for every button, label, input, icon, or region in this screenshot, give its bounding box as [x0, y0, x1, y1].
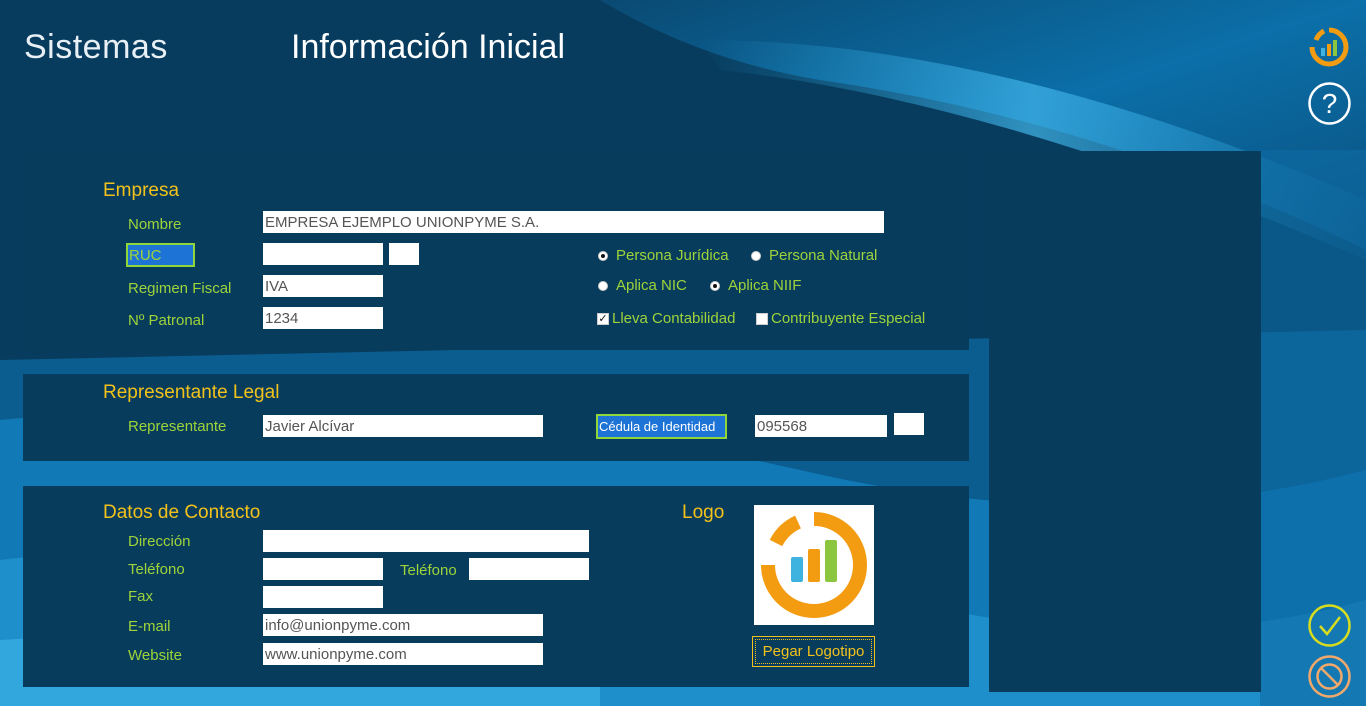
- cedula-label: Cédula de Identidad: [596, 414, 727, 439]
- cedula-check-digit-input[interactable]: [894, 413, 924, 435]
- aplica-nic-radio[interactable]: Aplica NIC: [598, 277, 687, 294]
- radio-unselected-icon: [751, 250, 761, 261]
- regimen-fiscal-label: Regimen Fiscal: [128, 280, 232, 297]
- email-input[interactable]: [263, 614, 543, 636]
- nombre-input[interactable]: [263, 211, 884, 233]
- company-logo-image: [754, 505, 874, 625]
- help-icon[interactable]: ?: [1307, 81, 1352, 126]
- representante-section-title: Representante Legal: [103, 382, 280, 403]
- persona-juridica-label: Persona Jurídica: [616, 247, 729, 264]
- logo-title: Logo: [682, 502, 725, 523]
- fax-input[interactable]: [263, 586, 383, 608]
- regimen-fiscal-input[interactable]: [263, 275, 383, 297]
- checkbox-checked-icon: ✓: [597, 312, 609, 325]
- empresa-section-title: Empresa: [103, 180, 180, 201]
- page-title: Información Inicial: [291, 28, 566, 66]
- website-label: Website: [128, 647, 182, 664]
- fax-label: Fax: [128, 588, 154, 605]
- pegar-logotipo-button[interactable]: Pegar Logotipo: [752, 636, 875, 667]
- lleva-contabilidad-label: Lleva Contabilidad: [612, 310, 736, 327]
- telefono2-label: Teléfono: [400, 562, 457, 579]
- app-title: Sistemas: [24, 28, 168, 66]
- representante-input[interactable]: [263, 415, 543, 437]
- direccion-input[interactable]: [263, 530, 589, 552]
- representante-label: Representante: [128, 418, 227, 435]
- aplica-niif-label: Aplica NIIF: [728, 277, 802, 294]
- check-circle-icon[interactable]: [1307, 603, 1352, 648]
- telefono-input[interactable]: [263, 558, 383, 580]
- contacto-section-title: Datos de Contacto: [103, 502, 261, 523]
- aplica-niif-radio[interactable]: Aplica NIIF: [710, 277, 801, 294]
- persona-juridica-radio[interactable]: Persona Jurídica: [598, 247, 729, 264]
- lleva-contabilidad-checkbox[interactable]: ✓ Lleva Contabilidad: [597, 310, 735, 327]
- cancel-circle-icon[interactable]: [1307, 654, 1352, 699]
- telefono2-input[interactable]: [469, 558, 589, 580]
- aplica-nic-label: Aplica NIC: [616, 277, 687, 294]
- website-input[interactable]: [263, 643, 543, 665]
- contribuyente-especial-checkbox[interactable]: Contribuyente Especial: [756, 310, 925, 327]
- svg-text:?: ?: [1322, 88, 1338, 119]
- radio-selected-icon: [710, 280, 720, 291]
- side-panel: [989, 151, 1261, 692]
- patronal-label: Nº Patronal: [128, 312, 205, 329]
- radio-unselected-icon: [598, 280, 608, 291]
- direccion-label: Dirección: [128, 533, 191, 550]
- radio-selected-icon: [598, 250, 608, 261]
- ruc-input[interactable]: [263, 243, 383, 265]
- contribuyente-especial-label: Contribuyente Especial: [771, 310, 926, 327]
- persona-natural-label: Persona Natural: [769, 247, 878, 264]
- nombre-label: Nombre: [128, 216, 182, 233]
- telefono-label: Teléfono: [128, 561, 185, 578]
- cedula-input[interactable]: [755, 415, 887, 437]
- checkbox-unchecked-icon: [756, 312, 768, 325]
- ruc-check-digit-input[interactable]: [389, 243, 419, 265]
- ruc-label: RUC: [126, 243, 195, 267]
- patronal-input[interactable]: [263, 307, 383, 329]
- email-label: E-mail: [128, 618, 171, 635]
- brand-logo-icon[interactable]: [1308, 26, 1350, 68]
- persona-natural-radio[interactable]: Persona Natural: [751, 247, 877, 264]
